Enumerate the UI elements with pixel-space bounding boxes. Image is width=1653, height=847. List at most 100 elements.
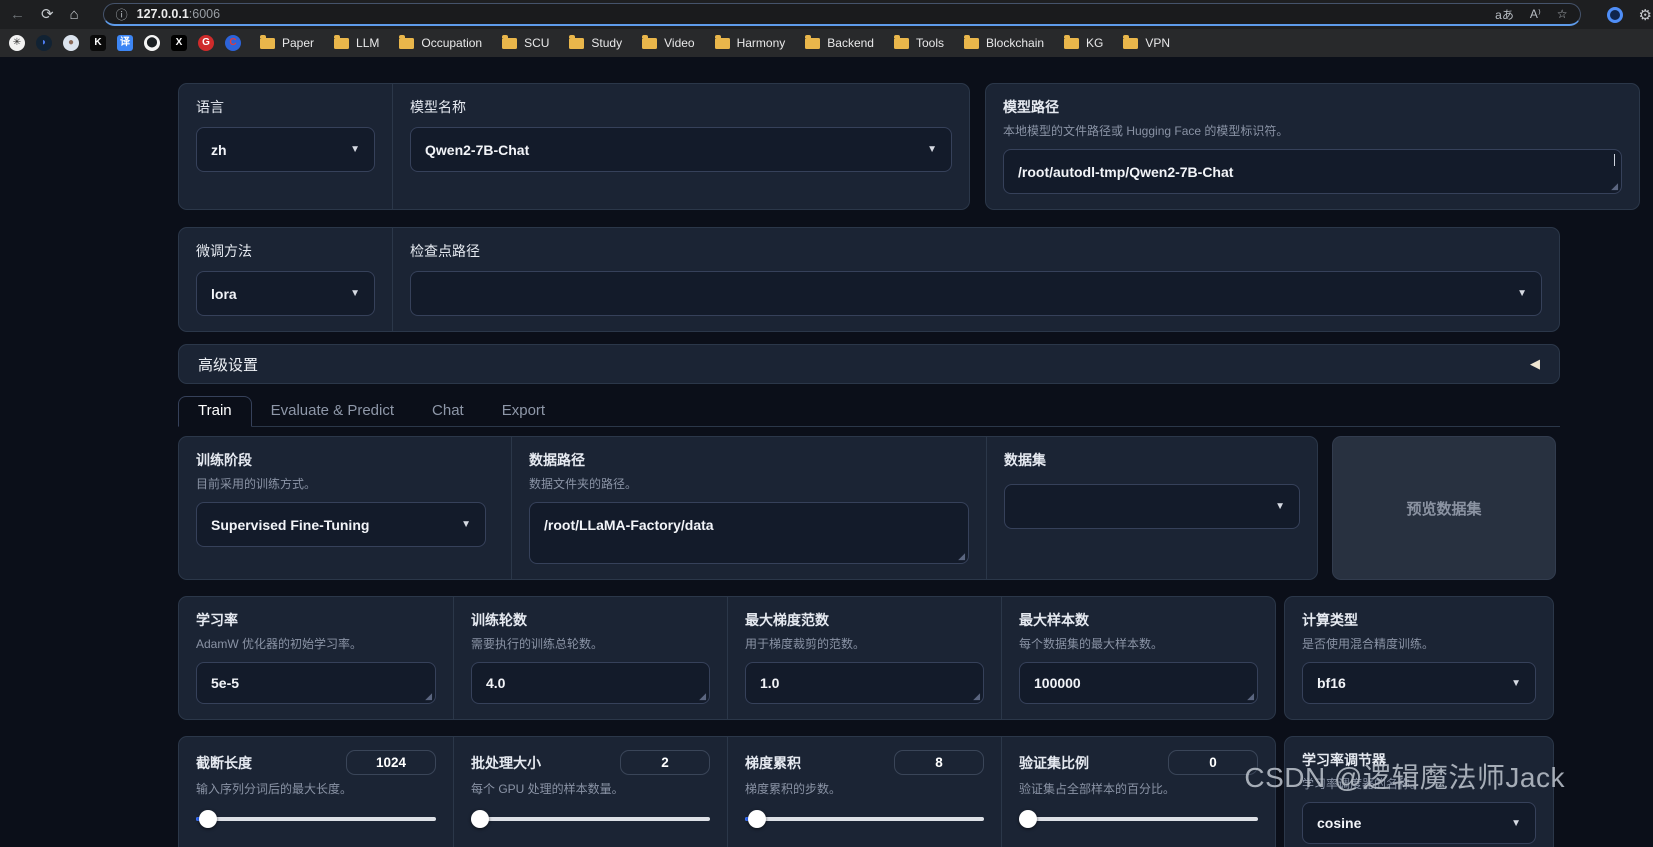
dataset-dropdown[interactable]: ▼ <box>1004 484 1300 529</box>
bookmark-folder-scu[interactable]: SCU <box>494 36 557 50</box>
bookmark-folder-occupation[interactable]: Occupation <box>391 36 490 50</box>
cutoff-len-value-box[interactable]: 1024 <box>346 750 436 775</box>
folder-icon <box>1123 38 1138 49</box>
model-name-dropdown[interactable]: Qwen2-7B-Chat ▼ <box>410 127 952 172</box>
tab-chat[interactable]: Chat <box>413 397 483 426</box>
max-grad-norm-label: 最大梯度范数 <box>745 610 984 630</box>
favorite-star-icon[interactable]: ☆ <box>1557 7 1568 21</box>
text-cursor <box>1614 154 1615 166</box>
val-size-slider[interactable] <box>1019 810 1258 828</box>
slider-handle[interactable] <box>1019 810 1037 828</box>
bookmark-folder-study[interactable]: Study <box>561 36 630 50</box>
resize-handle-icon[interactable]: ◢ <box>1611 181 1618 192</box>
lr-scheduler-info: 学习率调度器的名称。 <box>1302 775 1536 792</box>
kimi-icon[interactable]: K <box>90 35 106 51</box>
chevron-down-icon: ▼ <box>927 144 937 155</box>
resize-handle-icon[interactable]: ◢ <box>1247 691 1254 702</box>
bookmark-folder-video[interactable]: Video <box>634 36 702 50</box>
c-ring-icon[interactable]: C <box>225 35 241 51</box>
epochs-input[interactable]: 4.0 ◢ <box>471 662 710 704</box>
bookmark-folder-kg[interactable]: KG <box>1056 36 1111 50</box>
max-grad-norm-input[interactable]: 1.0 ◢ <box>745 662 984 704</box>
chevron-down-icon: ▼ <box>350 144 360 155</box>
max-samples-input[interactable]: 100000 ◢ <box>1019 662 1258 704</box>
bookmark-folder-blockchain[interactable]: Blockchain <box>956 36 1052 50</box>
chevron-down-icon: ▼ <box>1275 501 1285 512</box>
language-field: 语言 zh ▼ <box>179 84 392 209</box>
bookmark-folder-vpn[interactable]: VPN <box>1115 36 1178 50</box>
avatar-icon[interactable]: ● <box>63 35 79 51</box>
gitee-icon[interactable]: G <box>198 35 214 51</box>
whale-icon[interactable]: ◗ <box>36 35 52 51</box>
openai-icon[interactable]: ✳ <box>9 35 25 51</box>
back-icon[interactable]: ← <box>10 7 25 22</box>
hyperparam-panel: 学习率 AdamW 优化器的初始学习率。 5e-5 ◢ 训练轮数 需要执行的训练… <box>178 596 1276 720</box>
val-size-value-box[interactable]: 0 <box>1168 750 1258 775</box>
batch-size-slider[interactable] <box>471 810 710 828</box>
finetune-method-field: 微调方法 lora ▼ <box>179 228 392 331</box>
folder-icon <box>334 38 349 49</box>
batch-size-value-box[interactable]: 2 <box>620 750 710 775</box>
compute-type-panel: 计算类型 是否使用混合精度训练。 bf16 ▼ <box>1284 596 1554 720</box>
bookmark-folder-llm[interactable]: LLM <box>326 36 387 50</box>
max-samples-field: 最大样本数 每个数据集的最大样本数。 100000 ◢ <box>1001 597 1275 719</box>
learning-rate-input[interactable]: 5e-5 ◢ <box>196 662 436 704</box>
site-info-icon[interactable]: ⓘ <box>116 6 128 23</box>
translate-page-icon[interactable]: aあ <box>1495 6 1514 23</box>
reload-icon[interactable]: ⟳ <box>41 7 54 22</box>
folder-icon <box>715 38 730 49</box>
slider-handle[interactable] <box>748 810 766 828</box>
learning-rate-value: 5e-5 <box>211 675 239 691</box>
bookmark-folders: Paper LLM Occupation SCU Study Video Harmony Ba… <box>252 36 1178 50</box>
training-stage-dropdown[interactable]: Supervised Fine-Tuning ▼ <box>196 502 486 547</box>
bookmark-label: Tools <box>916 36 944 50</box>
cutoff-len-slider[interactable] <box>196 810 436 828</box>
resize-handle-icon[interactable]: ◢ <box>958 551 965 562</box>
tab-evaluate-predict[interactable]: Evaluate & Predict <box>252 397 413 426</box>
address-bar[interactable]: ⓘ 127.0.0.1:6006 aあ A⁾ ☆ <box>103 3 1581 26</box>
grad-accum-value-box[interactable]: 8 <box>894 750 984 775</box>
home-icon[interactable]: ⌂ <box>70 7 79 22</box>
slider-handle[interactable] <box>199 810 217 828</box>
resize-handle-icon[interactable]: ◢ <box>973 691 980 702</box>
max-samples-info: 每个数据集的最大样本数。 <box>1019 635 1258 652</box>
slider-handle[interactable] <box>471 810 489 828</box>
tab-export[interactable]: Export <box>483 397 564 426</box>
bookmark-folder-tools[interactable]: Tools <box>886 36 952 50</box>
browser-settings-icon[interactable]: ⚙ <box>1639 6 1652 24</box>
data-dir-input[interactable]: /root/LLaMA-Factory/data ◢ <box>529 502 969 564</box>
translate-icon[interactable]: 译 <box>117 35 133 51</box>
favicon-group: ✳ ◗ ● K译 ⬤ XGC <box>9 35 241 51</box>
resize-handle-icon[interactable]: ◢ <box>699 691 706 702</box>
val-size-field: 验证集比例 0 验证集占全部样本的百分比。 <box>1001 737 1275 847</box>
url-port: :6006 <box>189 7 220 21</box>
epochs-label: 训练轮数 <box>471 610 710 630</box>
github-icon[interactable]: ⬤ <box>144 35 160 51</box>
lr-scheduler-dropdown[interactable]: cosine ▼ <box>1302 802 1536 844</box>
bookmark-label: Video <box>664 36 694 50</box>
folder-icon <box>399 38 414 49</box>
tab-train[interactable]: Train <box>178 396 252 427</box>
bookmark-folder-backend[interactable]: Backend <box>797 36 882 50</box>
compute-type-dropdown[interactable]: bf16 ▼ <box>1302 662 1536 704</box>
finetune-method-dropdown[interactable]: lora ▼ <box>196 271 375 316</box>
compute-type-info: 是否使用混合精度训练。 <box>1302 635 1536 652</box>
max-samples-label: 最大样本数 <box>1019 610 1258 630</box>
checkpoint-path-dropdown[interactable]: ▼ <box>410 271 1542 316</box>
bookmark-label: Harmony <box>737 36 786 50</box>
extension-icon[interactable] <box>1607 7 1623 23</box>
resize-handle-icon[interactable]: ◢ <box>425 691 432 702</box>
model-path-label: 模型路径 <box>1003 97 1622 117</box>
bookmark-folder-paper[interactable]: Paper <box>252 36 322 50</box>
bookmark-folder-harmony[interactable]: Harmony <box>707 36 794 50</box>
x-icon[interactable]: X <box>171 35 187 51</box>
read-aloud-icon[interactable]: A⁾ <box>1530 7 1541 21</box>
advanced-settings-accordion[interactable]: 高级设置 ◀ <box>178 344 1560 384</box>
finetune-method-value: lora <box>211 286 237 302</box>
preview-dataset-button[interactable]: 预览数据集 <box>1332 436 1556 580</box>
grad-accum-info: 梯度累积的步数。 <box>745 780 984 797</box>
tab-strip: TrainEvaluate & PredictChatExport <box>178 396 1560 427</box>
language-dropdown[interactable]: zh ▼ <box>196 127 375 172</box>
grad-accum-slider[interactable] <box>745 810 984 828</box>
model-path-input[interactable]: /root/autodl-tmp/Qwen2-7B-Chat ◢ <box>1003 149 1622 194</box>
